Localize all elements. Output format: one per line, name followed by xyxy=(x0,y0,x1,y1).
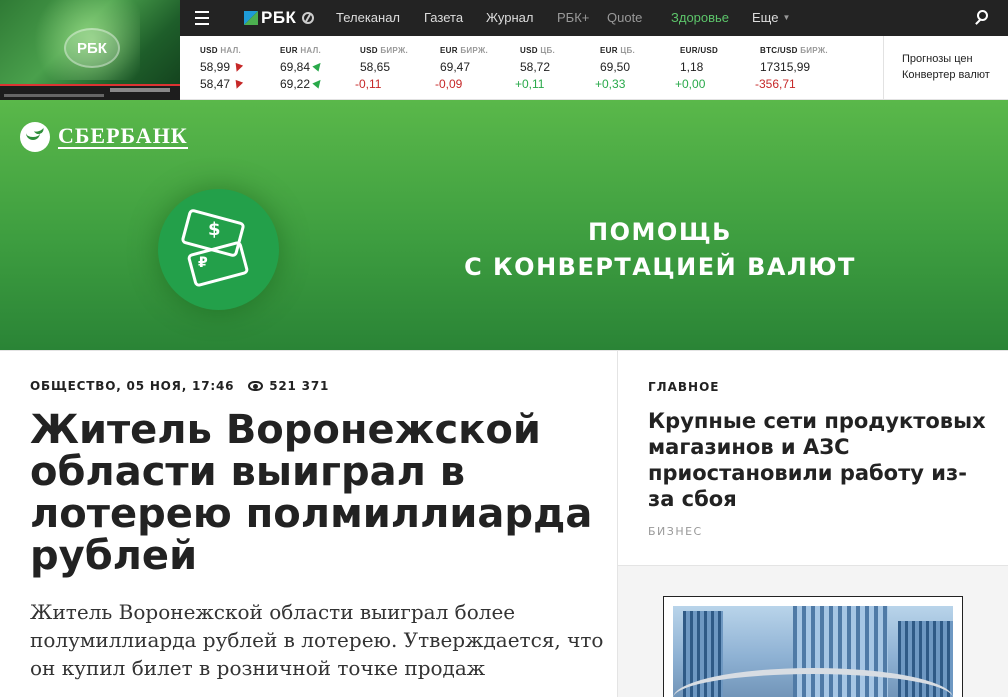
arrow-up-icon xyxy=(312,60,324,72)
globe-icon[interactable] xyxy=(302,12,315,24)
rbc-logo-text: РБК xyxy=(261,8,297,27)
top-story-title[interactable]: Крупные сети продуктовых магазинов и АЗС… xyxy=(648,408,988,512)
sberbank-emblem-icon xyxy=(20,122,50,152)
quote-header: USD НАЛ. xyxy=(200,46,242,55)
top-story-category[interactable]: БИЗНЕС xyxy=(648,525,703,538)
quote-header: USD ЦБ. xyxy=(520,46,556,55)
arrow-down-icon xyxy=(232,79,244,91)
article-lead: Житель Воронежской области выиграл более… xyxy=(30,600,604,680)
quote-change: -356,71 xyxy=(755,77,796,91)
article-view-count: 521 371 xyxy=(269,379,330,393)
nav-more-label: Еще xyxy=(752,10,779,25)
quote-header: EUR БИРЖ. xyxy=(440,46,489,55)
tv-news-ticker xyxy=(0,84,180,100)
sberbank-brand-name: СБЕРБАНК xyxy=(58,123,188,149)
eye-icon xyxy=(248,381,264,391)
quote-value[interactable]: 69,22 xyxy=(280,77,324,91)
live-tv-player[interactable]: РБК xyxy=(0,0,180,100)
article-headline: Житель Воронежской области выиграл в лот… xyxy=(30,407,593,579)
chevron-down-icon: ▼ xyxy=(782,13,791,22)
arrow-down-icon xyxy=(232,62,244,74)
quote-change: -0,09 xyxy=(435,77,463,91)
currency-exchange-icon: $ ₽ xyxy=(158,189,279,310)
quote-value[interactable]: 69,47 xyxy=(440,60,470,74)
quote-value[interactable]: 58,72 xyxy=(520,60,550,74)
top-story-block: ГЛАВНОЕ Крупные сети продуктовых магазин… xyxy=(618,351,1008,566)
tv-channel-logo: РБК xyxy=(64,28,120,68)
quote-header: EUR/USD xyxy=(680,46,719,55)
quote-header: BTC/USD БИРЖ. xyxy=(760,46,828,55)
quote-value[interactable]: 58,65 xyxy=(360,60,390,74)
nav-link-tv[interactable]: Телеканал xyxy=(336,10,400,25)
quote-value[interactable]: 17315,99 xyxy=(760,60,810,74)
nav-link-more[interactable]: Еще ▼ xyxy=(752,10,790,25)
quote-change: -0,11 xyxy=(355,77,382,91)
banner-headline-line1: ПОМОЩЬ xyxy=(588,218,732,246)
quote-value[interactable]: 58,99 xyxy=(200,60,244,74)
nav-link-health[interactable]: Здоровье xyxy=(671,10,729,25)
top-strip: РБК РБК Телеканал Газета Журнал РБК+ Quo… xyxy=(0,0,1008,100)
nav-link-newspaper[interactable]: Газета xyxy=(424,10,463,25)
search-icon[interactable] xyxy=(974,10,990,26)
quote-change: +0,00 xyxy=(675,77,706,91)
quote-header: USD БИРЖ. xyxy=(360,46,409,55)
sidebar-ad[interactable] xyxy=(663,596,963,697)
nav-link-magazine[interactable]: Журнал xyxy=(486,10,533,25)
quote-value[interactable]: 69,50 xyxy=(600,60,630,74)
article-date: 05 НОЯ, 17:46 xyxy=(126,379,235,393)
rbc-logo[interactable]: РБК xyxy=(244,8,315,28)
nav-link-quote[interactable]: Quote xyxy=(607,10,642,25)
dollar-sign-icon: $ xyxy=(208,219,221,240)
quote-header: EUR НАЛ. xyxy=(280,46,322,55)
banknote-icon xyxy=(186,240,250,288)
nav-link-rbc-plus[interactable]: РБК+ xyxy=(557,10,589,25)
article: ОБЩЕСТВО, 05 НОЯ, 17:46 521 371 Житель В… xyxy=(0,350,617,697)
banner-headline-line2: С КОНВЕРТАЦИЕЙ ВАЛЮТ xyxy=(464,253,856,281)
quote-change: +0,11 xyxy=(515,77,545,91)
rbc-logo-mark-icon xyxy=(244,11,258,25)
currency-converter-link[interactable]: Конвертер валют xyxy=(902,69,990,81)
article-category[interactable]: ОБЩЕСТВО xyxy=(30,379,116,393)
quote-value[interactable]: 1,18 xyxy=(680,60,703,74)
sberbank-logo: СБЕРБАНК xyxy=(20,122,188,152)
ad-image-skyscrapers xyxy=(673,606,953,697)
meta-separator: , xyxy=(116,379,127,393)
sidebar-ad-area xyxy=(618,566,1008,697)
article-meta: ОБЩЕСТВО, 05 НОЯ, 17:46 521 371 xyxy=(30,379,329,393)
divider xyxy=(883,36,884,100)
sberbank-ad-banner[interactable]: СБЕРБАНК $ ₽ ПОМОЩЬ С КОНВЕРТАЦИЕЙ ВАЛЮТ xyxy=(0,100,1008,350)
arrow-up-icon xyxy=(312,77,324,89)
price-forecast-link[interactable]: Прогнозы цен xyxy=(902,53,973,65)
top-story-label: ГЛАВНОЕ xyxy=(648,380,720,394)
quote-change: +0,33 xyxy=(595,77,626,91)
quote-value[interactable]: 58,47 xyxy=(200,77,244,91)
quote-header: EUR ЦБ. xyxy=(600,46,636,55)
menu-icon[interactable] xyxy=(195,11,209,25)
sidebar: ГЛАВНОЕ Крупные сети продуктовых магазин… xyxy=(617,350,1008,697)
quote-value[interactable]: 69,84 xyxy=(280,60,324,74)
top-navbar: РБК Телеканал Газета Журнал РБК+ Quote З… xyxy=(180,0,1008,36)
currency-quotes-bar: USD НАЛ. 58,99 58,47 EUR НАЛ. 69,84 69,2… xyxy=(180,36,1008,100)
ruble-sign-icon: ₽ xyxy=(198,255,208,271)
